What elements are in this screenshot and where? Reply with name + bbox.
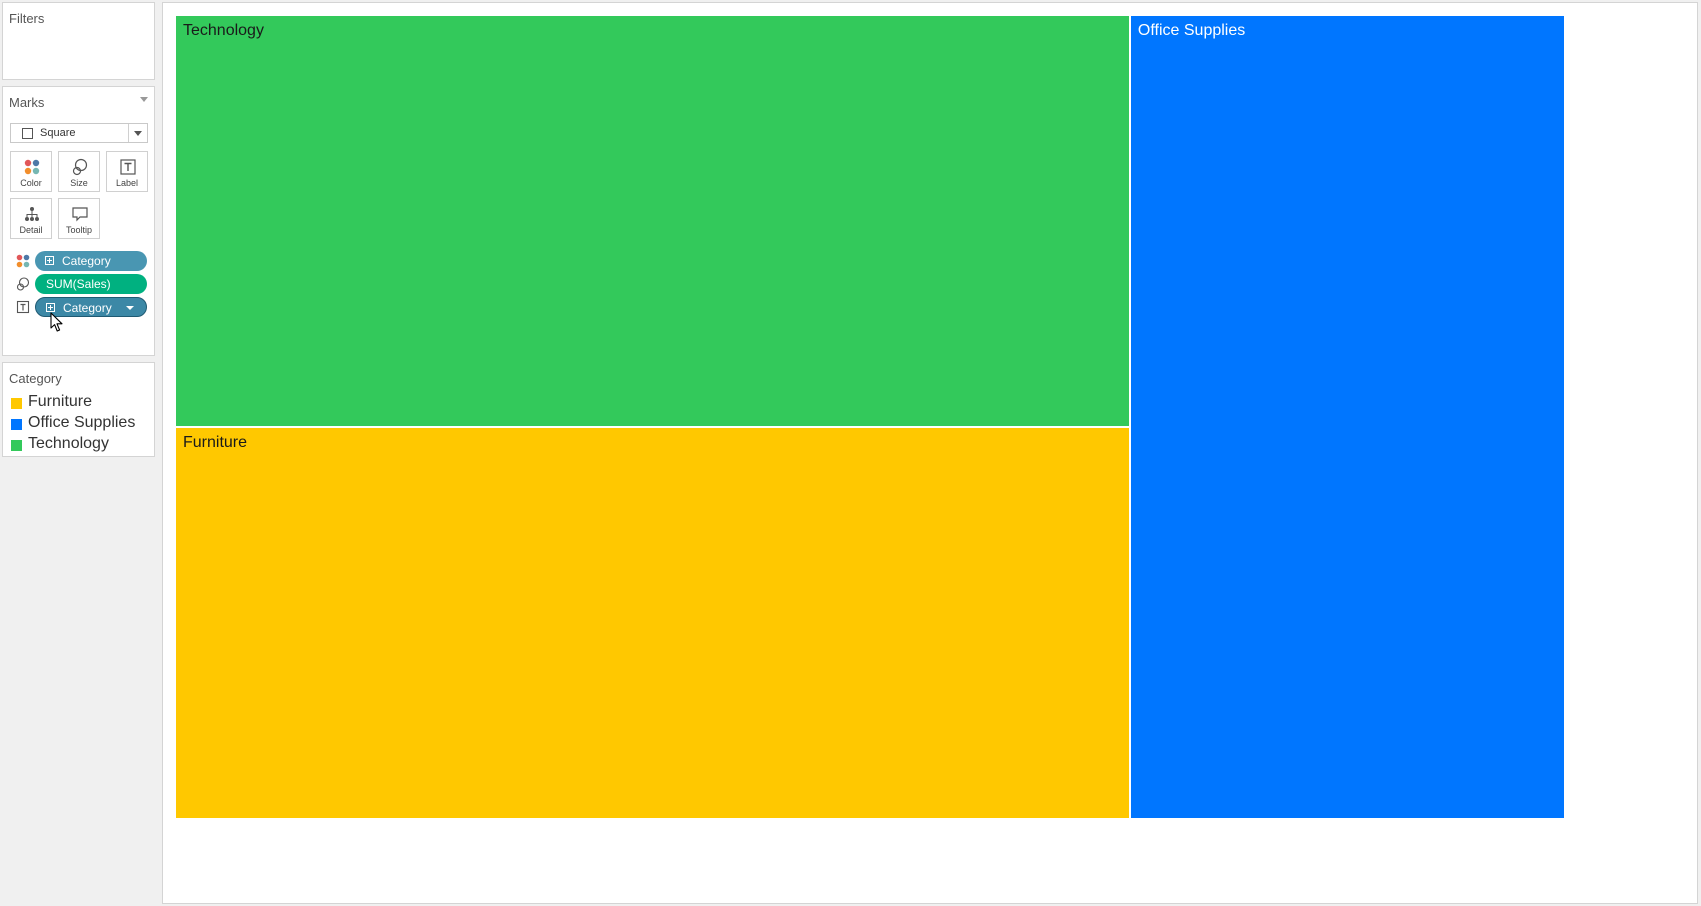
treemap-rect-furniture[interactable]: Furniture [175, 426, 1130, 819]
size-encoding-row: SUM(Sales) [3, 274, 156, 294]
size-circles-icon [16, 277, 30, 291]
expand-plus-icon[interactable] [46, 303, 55, 312]
filters-title: Filters [9, 11, 45, 26]
label-button-label: Label [115, 178, 139, 188]
legend-swatch [11, 440, 22, 451]
legend-item-label: Technology [28, 435, 109, 452]
marks-card: Marks Square Color Size Label Detail Too… [2, 86, 155, 356]
treemap-label: Technology [183, 22, 264, 39]
detail-button-label: Detail [19, 225, 43, 235]
treemap-label: Furniture [183, 433, 248, 451]
legend-item-label: Office Supplies [28, 414, 136, 431]
color-dots-icon [24, 159, 40, 175]
label-encoding-row: Category [3, 297, 156, 317]
pill-field-label: Category [63, 301, 112, 315]
legend-item-label: Furniture [28, 393, 93, 410]
legend-swatch [11, 398, 22, 409]
mark-type-label: Square [40, 127, 76, 139]
tooltip-button[interactable]: Tooltip [58, 198, 100, 239]
pill-field-label: Category [62, 254, 111, 268]
size-circles-icon [72, 158, 88, 176]
category-color-pill[interactable]: Category [35, 251, 147, 271]
pill-dropdown-caret-icon[interactable] [126, 306, 134, 310]
dropdown-arrow-icon[interactable] [128, 124, 147, 142]
legend-swatch [11, 419, 22, 430]
sum-sales-size-pill[interactable]: SUM(Sales) [35, 274, 147, 294]
treemap-rect-technology[interactable]: Technology [175, 15, 1130, 427]
pill-field-label: SUM(Sales) [46, 277, 111, 291]
tooltip-button-label: Tooltip [65, 225, 92, 235]
treemap-label: Office Supplies [1137, 22, 1246, 39]
expand-plus-icon[interactable] [45, 256, 54, 265]
size-button-label: Size [70, 178, 88, 188]
color-button-label: Color [20, 178, 42, 188]
legend-title: Category [9, 371, 62, 386]
text-label-icon [120, 159, 136, 175]
treemap-view: Technology Office Supplies Furniture [162, 2, 1698, 904]
marks-menu-caret-icon[interactable] [140, 97, 148, 102]
tooltip-bubble-icon [72, 207, 88, 222]
mark-type-dropdown[interactable]: Square [10, 123, 148, 143]
detail-button[interactable]: Detail [10, 198, 52, 239]
text-label-icon [16, 300, 30, 314]
marks-title: Marks [9, 95, 45, 110]
mouse-pointer-icon [50, 312, 63, 332]
color-encoding-row: Category [3, 251, 156, 271]
detail-hierarchy-icon [25, 207, 39, 221]
treemap-rect-office-supplies[interactable]: Office Supplies [1129, 15, 1565, 819]
color-dots-icon [16, 254, 30, 268]
label-button[interactable]: Label [106, 151, 148, 192]
category-color-legend: Category Furniture Office Supplies Techn… [2, 362, 155, 457]
size-button[interactable]: Size [58, 151, 100, 192]
color-button[interactable]: Color [10, 151, 52, 192]
filters-shelf[interactable]: Filters [2, 2, 155, 80]
square-mark-icon [22, 128, 33, 139]
